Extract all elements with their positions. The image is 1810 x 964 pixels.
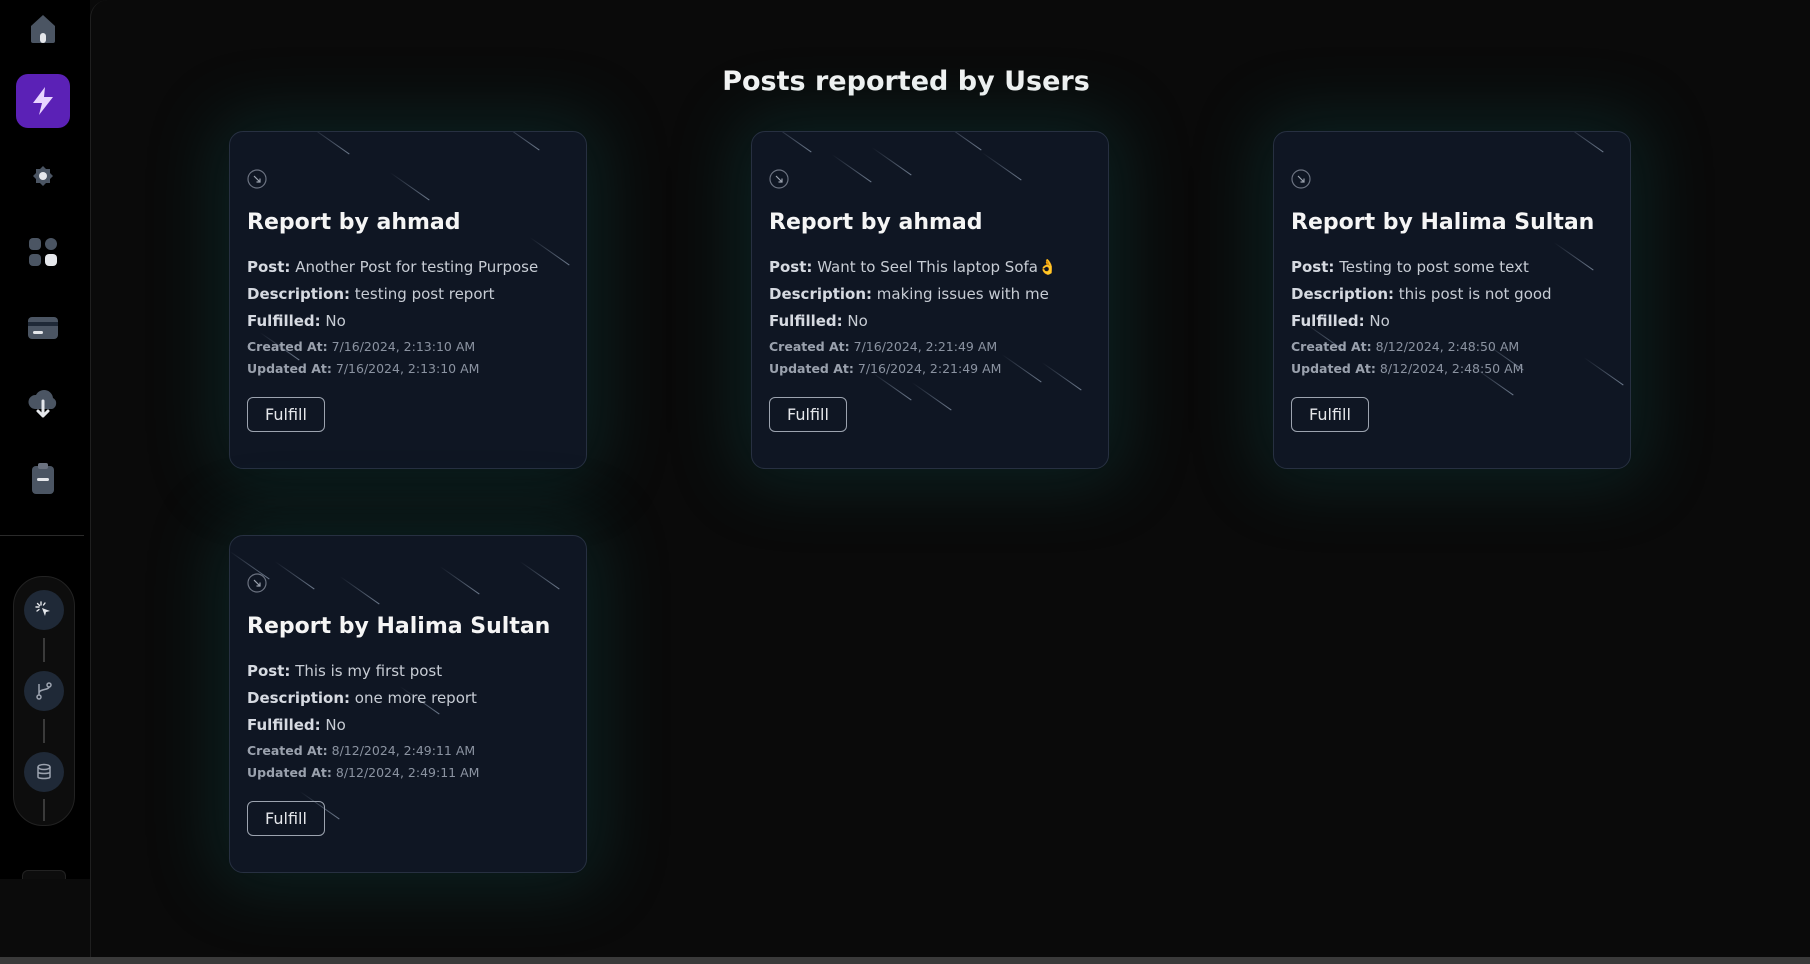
report-post: Post: Testing to post some text xyxy=(1291,258,1529,276)
report-updated-at: Updated At: 7/16/2024, 2:13:10 AM xyxy=(247,361,480,376)
report-fulfilled: Fulfilled: No xyxy=(1291,312,1390,330)
fulfill-button[interactable]: Fulfill xyxy=(1291,397,1369,432)
report-post: Post: Another Post for testing Purpose xyxy=(247,258,539,276)
report-card: Report by Halima Sultan Post: This is my… xyxy=(229,535,587,873)
report-card: Report by ahmad Post: Want to Seel This … xyxy=(751,131,1109,469)
home-icon xyxy=(31,15,55,43)
report-updated-at: Updated At: 7/16/2024, 2:21:49 AM xyxy=(769,361,1002,376)
cloud-download-icon xyxy=(28,390,57,418)
report-post: Post: This is my first post xyxy=(247,662,443,680)
nav-home[interactable] xyxy=(16,0,70,54)
sidebar-bottom-strip xyxy=(0,879,90,959)
arrow-down-right-icon xyxy=(247,169,267,189)
tool-connector xyxy=(43,719,45,743)
arrow-down-right-icon xyxy=(247,573,267,593)
report-title: Report by ahmad xyxy=(769,210,983,235)
report-fulfilled: Fulfilled: No xyxy=(769,312,868,330)
fulfill-button[interactable]: Fulfill xyxy=(247,801,325,836)
sidebar-divider xyxy=(0,535,84,536)
window-bottom-bar xyxy=(0,957,1810,964)
report-fulfilled: Fulfilled: No xyxy=(247,312,346,330)
report-title: Report by ahmad xyxy=(247,210,461,235)
arrow-down-right-icon xyxy=(1291,169,1311,189)
report-title: Report by Halima Sultan xyxy=(1291,210,1595,235)
report-created-at: Created At: 7/16/2024, 2:21:49 AM xyxy=(769,339,998,354)
fulfill-button[interactable]: Fulfill xyxy=(769,397,847,432)
apps-grid-icon xyxy=(29,238,57,266)
tool-pill xyxy=(13,576,75,826)
tool-database-button[interactable] xyxy=(24,752,64,792)
sidebar xyxy=(0,0,90,883)
report-description: Description: this post is not good xyxy=(1291,285,1552,303)
report-updated-at: Updated At: 8/12/2024, 2:49:11 AM xyxy=(247,765,480,780)
database-icon xyxy=(37,763,51,780)
report-description: Description: making issues with me xyxy=(769,285,1049,303)
tool-connector xyxy=(43,799,45,821)
nav-apps[interactable] xyxy=(16,225,70,279)
tool-branch-button[interactable] xyxy=(24,671,64,711)
report-description: Description: testing post report xyxy=(247,285,495,303)
tool-select-button[interactable] xyxy=(24,590,64,630)
report-description: Description: one more report xyxy=(247,689,477,707)
git-branch-icon xyxy=(36,682,52,700)
gear-icon xyxy=(33,166,53,186)
report-created-at: Created At: 8/12/2024, 2:48:50 AM xyxy=(1291,339,1520,354)
report-post: Post: Want to Seel This laptop Sofa👌 xyxy=(769,258,1057,276)
nav-billing[interactable] xyxy=(16,301,70,355)
report-created-at: Created At: 7/16/2024, 2:13:10 AM xyxy=(247,339,476,354)
nav-settings[interactable] xyxy=(16,149,70,203)
report-title: Report by Halima Sultan xyxy=(247,614,551,639)
report-fulfilled: Fulfilled: No xyxy=(247,716,346,734)
nav-downloads[interactable] xyxy=(16,376,70,430)
arrow-down-right-icon xyxy=(769,169,789,189)
report-updated-at: Updated At: 8/12/2024, 2:48:50 AM xyxy=(1291,361,1524,376)
tool-connector xyxy=(43,638,45,662)
report-card: Report by Halima Sultan Post: Testing to… xyxy=(1273,131,1631,469)
report-created-at: Created At: 8/12/2024, 2:49:11 AM xyxy=(247,743,476,758)
page-title: Posts reported by Users xyxy=(722,66,1090,97)
report-card: Report by ahmad Post: Another Post for t… xyxy=(229,131,587,469)
clipboard-icon xyxy=(32,463,54,494)
credit-card-icon xyxy=(28,317,58,339)
fulfill-button[interactable]: Fulfill xyxy=(247,397,325,432)
cursor-click-icon xyxy=(35,601,50,616)
nav-clipboard[interactable] xyxy=(16,451,70,505)
